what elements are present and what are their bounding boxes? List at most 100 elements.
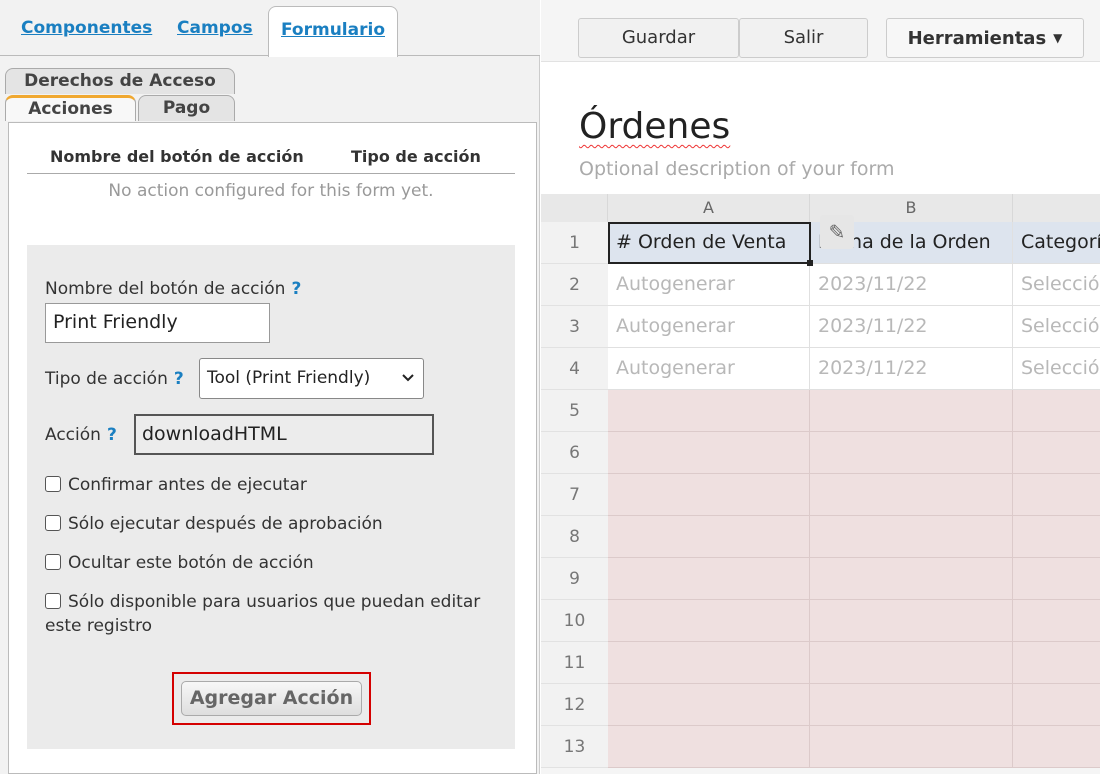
empty-grid-cell[interactable] [608, 642, 810, 684]
empty-actions-message: No action configured for this form yet. [108, 181, 434, 201]
row-number[interactable]: 8 [541, 516, 608, 558]
row-number[interactable]: 10 [541, 600, 608, 642]
column-header-action-name: Nombre del botón de acción [50, 147, 304, 166]
form-grid: A B 1 # Orden de Venta Fecha de la Orden Ca… [541, 194, 1100, 774]
field-placeholder-cell[interactable]: Autogenerar [608, 306, 810, 348]
form-designer: Guardar Salir Herramientas ▼ Órdenes Opti… [541, 0, 1100, 774]
row-number[interactable]: 7 [541, 474, 608, 516]
sub-tabs: Derechos de Acceso Acciones Pago [0, 68, 540, 124]
empty-grid-cell[interactable] [810, 390, 1013, 432]
confirm-before-execute-checkbox[interactable]: Confirmar antes de ejecutar [45, 473, 307, 497]
field-label-cell[interactable]: Categoría [1013, 222, 1100, 264]
tools-menu-button[interactable]: Herramientas ▼ [886, 18, 1084, 58]
save-button[interactable]: Guardar [578, 18, 739, 58]
caret-down-icon: ▼ [1053, 31, 1063, 45]
row-number[interactable]: 4 [541, 348, 608, 390]
exit-button[interactable]: Salir [739, 18, 868, 58]
row-number[interactable]: 13 [541, 726, 608, 768]
form-header: Órdenes Optional description of your for… [541, 62, 1100, 194]
empty-grid-cell[interactable] [810, 726, 1013, 768]
empty-grid-cell[interactable] [608, 516, 810, 558]
editors-only-checkbox[interactable]: Sólo disponible para usuarios que puedan… [45, 590, 495, 638]
empty-grid-cell[interactable] [608, 600, 810, 642]
tab-campos[interactable]: Campos [177, 18, 253, 38]
help-icon[interactable]: ? [107, 425, 117, 445]
checkbox-icon[interactable] [45, 593, 61, 609]
help-icon[interactable]: ? [174, 369, 184, 389]
tab-componentes[interactable]: Componentes [21, 18, 152, 38]
tab-acciones[interactable]: Acciones [5, 95, 136, 121]
empty-grid-cell[interactable] [1013, 600, 1100, 642]
empty-grid-cell[interactable] [608, 432, 810, 474]
execute-after-approval-checkbox[interactable]: Sólo ejecutar después de aprobación [45, 512, 383, 536]
empty-grid-cell[interactable] [1013, 558, 1100, 600]
empty-grid-cell[interactable] [1013, 642, 1100, 684]
empty-grid-cell[interactable] [810, 558, 1013, 600]
left-settings-panel: Componentes Campos Formulario Derechos d… [0, 0, 540, 774]
empty-grid-cell[interactable] [810, 600, 1013, 642]
empty-grid-cell[interactable] [608, 684, 810, 726]
row-number[interactable]: 12 [541, 684, 608, 726]
column-header-a[interactable]: A [608, 194, 810, 222]
pencil-icon[interactable]: ✎ [820, 215, 854, 249]
actions-panel: Nombre del botón de acción Tipo de acció… [8, 122, 537, 774]
row-number[interactable]: 11 [541, 642, 608, 684]
empty-grid-cell[interactable] [1013, 474, 1100, 516]
empty-grid-cell[interactable] [1013, 432, 1100, 474]
column-header-action-type: Tipo de acción [351, 147, 481, 166]
field-placeholder-cell[interactable]: 2023/11/22 [810, 348, 1013, 390]
column-header-c[interactable] [1013, 194, 1100, 222]
add-action-highlight: Agregar Acción [172, 672, 371, 725]
checkbox-icon[interactable] [45, 515, 61, 531]
empty-grid-cell[interactable] [1013, 516, 1100, 558]
row-number[interactable]: 2 [541, 264, 608, 306]
empty-grid-cell[interactable] [1013, 684, 1100, 726]
add-action-button[interactable]: Agregar Acción [181, 681, 362, 716]
help-icon[interactable]: ? [291, 279, 301, 299]
chevron-down-icon [401, 359, 415, 412]
row-number[interactable]: 3 [541, 306, 608, 348]
field-placeholder-cell[interactable]: Selección [1013, 306, 1100, 348]
checkbox-icon[interactable] [45, 554, 61, 570]
action-label: Acción? [45, 425, 117, 445]
toolbar: Guardar Salir Herramientas ▼ [541, 0, 1100, 62]
action-type-select[interactable]: Tool (Print Friendly) [199, 358, 424, 399]
action-type-selected-value: Tool (Print Friendly) [207, 368, 371, 388]
action-value-field[interactable]: downloadHTML [134, 414, 434, 455]
action-name-label: Nombre del botón de acción? [45, 279, 302, 299]
checkbox-icon[interactable] [45, 476, 61, 492]
form-description[interactable]: Optional description of your form [579, 158, 894, 180]
action-type-label: Tipo de acción? [45, 369, 184, 389]
empty-grid-cell[interactable] [608, 558, 810, 600]
top-tabs: Componentes Campos Formulario [0, 0, 540, 57]
empty-grid-cell[interactable] [810, 474, 1013, 516]
field-placeholder-cell[interactable]: Selección [1013, 264, 1100, 306]
tab-derechos-de-acceso[interactable]: Derechos de Acceso [5, 68, 235, 94]
field-placeholder-cell[interactable]: Autogenerar [608, 348, 810, 390]
row-number[interactable]: 5 [541, 390, 608, 432]
field-placeholder-cell[interactable]: 2023/11/22 [810, 306, 1013, 348]
row-number[interactable]: 1 [541, 222, 608, 264]
field-label-cell[interactable]: # Orden de Venta [608, 222, 810, 264]
empty-grid-cell[interactable] [1013, 726, 1100, 768]
field-placeholder-cell[interactable]: 2023/11/22 [810, 264, 1013, 306]
tab-formulario[interactable]: Formulario [268, 6, 398, 57]
empty-grid-cell[interactable] [810, 432, 1013, 474]
form-title[interactable]: Órdenes [579, 106, 730, 147]
hide-action-button-checkbox[interactable]: Ocultar este botón de acción [45, 551, 314, 575]
empty-grid-cell[interactable] [810, 642, 1013, 684]
empty-grid-cell[interactable] [1013, 390, 1100, 432]
row-number[interactable]: 9 [541, 558, 608, 600]
row-number[interactable]: 6 [541, 432, 608, 474]
tab-pago[interactable]: Pago [138, 95, 235, 121]
empty-grid-cell[interactable] [810, 684, 1013, 726]
empty-grid-cell[interactable] [608, 474, 810, 516]
corner-header [541, 194, 608, 222]
field-placeholder-cell[interactable]: Autogenerar [608, 264, 810, 306]
action-name-input[interactable]: Print Friendly [45, 303, 270, 343]
empty-grid-cell[interactable] [608, 726, 810, 768]
empty-grid-cell[interactable] [810, 516, 1013, 558]
header-divider [27, 173, 515, 174]
empty-grid-cell[interactable] [608, 390, 810, 432]
field-placeholder-cell[interactable]: Selección [1013, 348, 1100, 390]
